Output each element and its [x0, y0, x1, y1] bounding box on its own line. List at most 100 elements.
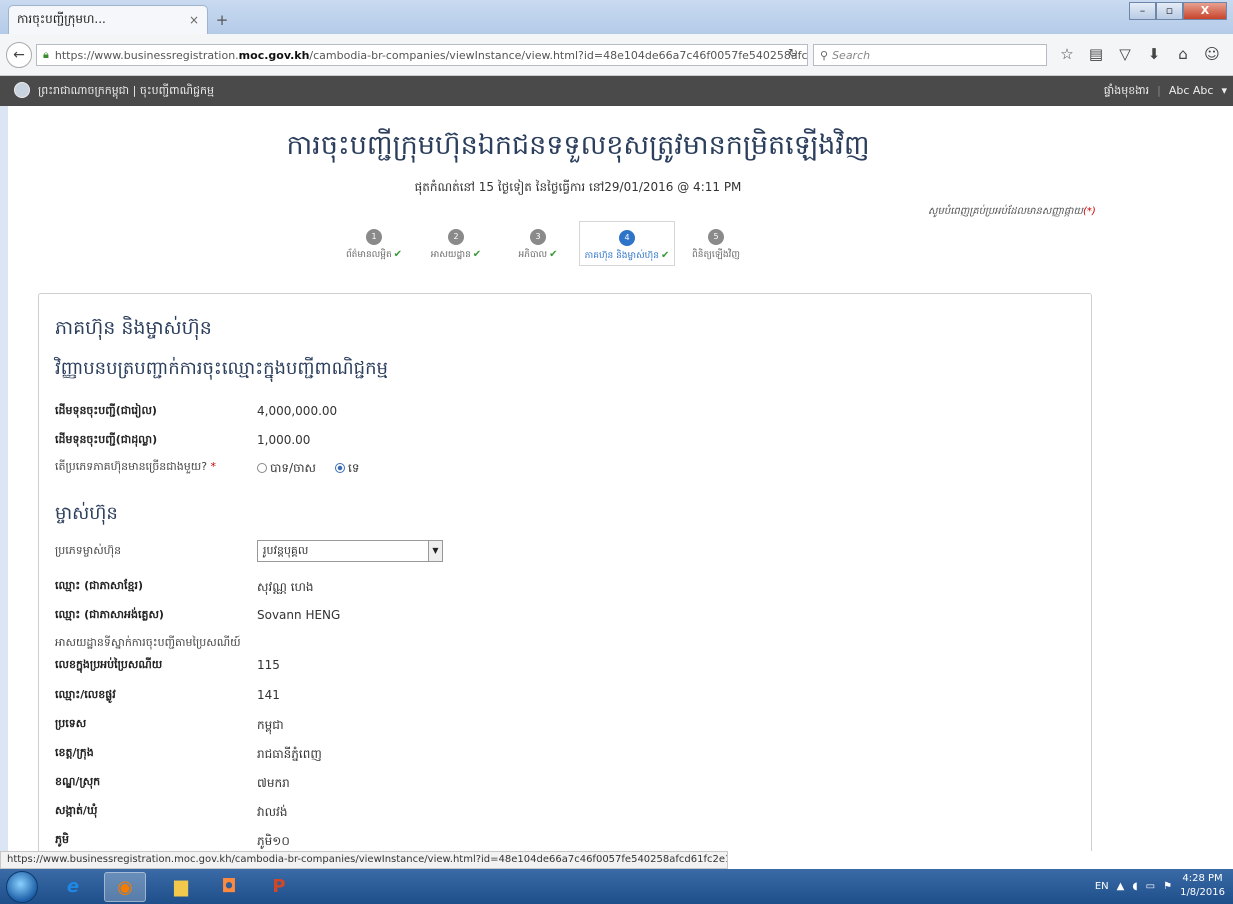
- search-icon: ⚲: [820, 48, 829, 62]
- reading-list-icon[interactable]: ▤: [1085, 45, 1107, 63]
- panel-heading: ភាគហ៊ុន និងម្ចាស់ហ៊ុន: [55, 317, 212, 339]
- close-tab-icon[interactable]: ×: [189, 13, 199, 27]
- step-label: អភិបាល: [518, 250, 548, 260]
- clock-date: 1/8/2016: [1180, 887, 1225, 898]
- radio-yes[interactable]: [257, 463, 267, 473]
- link-status-bar: https://www.businessregistration.moc.gov…: [0, 851, 728, 869]
- share-types-options: បាទ/ចាស ទេ: [257, 460, 359, 478]
- pobox-value: 115: [257, 658, 280, 672]
- village-label: ភូមិ: [55, 833, 69, 846]
- clock[interactable]: 4:28 PM 1/8/2016: [1180, 872, 1225, 900]
- browser-navbar: ← 🔒︎ https://www.businessregistration. mo…: [0, 34, 1233, 76]
- commune-label: សង្កាត់/ឃុំ: [55, 804, 98, 817]
- url-suffix: /cambodia-br-companies/viewInstance/view…: [309, 48, 808, 62]
- step-shares[interactable]: 4 ភាគហ៊ុន និងម្ចាស់ហ៊ុន ✔: [579, 221, 707, 266]
- reload-icon[interactable]: ↻: [788, 46, 798, 60]
- internet-explorer-icon[interactable]: e: [52, 872, 94, 902]
- owner-type-select[interactable]: រូបវន្តបុគ្គល ▼: [257, 540, 443, 562]
- page-title: ការចុះបញ្ជីក្រុមហ៊ុនឯកជនទទួលខុសត្រូវមានក…: [286, 130, 870, 161]
- windows-taskbar: e ◉ ▆ ◘ P EN ▲ ◖ ▭ ⚑ 4:28 PM 1/8/2016: [0, 869, 1233, 904]
- check-icon: ✔: [549, 249, 558, 260]
- powerpoint-icon[interactable]: P: [258, 872, 300, 902]
- check-icon: ✔: [660, 250, 670, 261]
- district-label: ខណ្ឌ/ស្រុក: [55, 775, 101, 788]
- tab-title: ការចុះបញ្ជីក្រុមហ...: [17, 12, 106, 26]
- share-types-label: តើប្រភេទភាគហ៊ុនមានច្រើនជាងមួយ? *: [55, 460, 216, 476]
- header-separator: |: [1157, 84, 1161, 97]
- site-header-bar: ព្រះរាជាណាចក្រកម្ពុជា | ចុះបញ្ជីពាណិជ្ជក…: [0, 76, 1233, 106]
- search-input[interactable]: ⚲ Search: [813, 44, 1047, 66]
- step-label: ភាគហ៊ុន និងម្ចាស់ហ៊ុន: [584, 251, 659, 261]
- new-tab-button[interactable]: +: [212, 10, 232, 30]
- bookmark-star-icon[interactable]: ☆: [1056, 45, 1078, 63]
- pocket-icon[interactable]: ▽: [1114, 45, 1136, 63]
- deadline-text: ផុតកំណត់នៅ 15 ថ្ងៃទៀត នៃថ្ងៃធ្វើការ នៅ29…: [414, 180, 742, 194]
- minimize-button[interactable]: –: [1129, 2, 1156, 20]
- tray-expand-icon[interactable]: ▲: [1117, 881, 1125, 892]
- street-value: 141: [257, 688, 280, 702]
- browser-titlebar: ការចុះបញ្ជីក្រុមហ... × + – ▫ X: [0, 0, 1233, 34]
- step-review[interactable]: 5 ពិនិត្យឡើងវិញ: [675, 221, 757, 266]
- country-label: ប្រទេស: [55, 717, 87, 730]
- file-explorer-icon[interactable]: ▆: [160, 872, 202, 902]
- browser-tab[interactable]: ការចុះបញ្ជីក្រុមហ... ×: [8, 5, 208, 34]
- chat-icon[interactable]: ☺: [1201, 45, 1223, 63]
- owner-type-label: ប្រភេទម្ចាស់ហ៊ុន: [55, 544, 122, 557]
- volume-icon[interactable]: ◖: [1132, 881, 1137, 892]
- step-label: អាសយដ្ឋាន: [430, 250, 471, 260]
- option-no-label[interactable]: ទេ: [348, 461, 359, 475]
- option-yes-label[interactable]: បាទ/ចាស: [270, 461, 316, 475]
- url-bar[interactable]: 🔒︎ https://www.businessregistration. moc.…: [36, 44, 808, 66]
- language-indicator[interactable]: EN: [1095, 881, 1109, 892]
- step-number: 2: [448, 229, 464, 245]
- search-placeholder: Search: [832, 48, 871, 62]
- shares-panel: ភាគហ៊ុន និងម្ចាស់ហ៊ុន វិញ្ញាបនបត្របញ្ជាក…: [38, 293, 1092, 851]
- step-number: 5: [708, 229, 724, 245]
- start-button[interactable]: [6, 871, 38, 903]
- country-value: កម្ពុជា: [257, 718, 284, 732]
- site-title[interactable]: ព្រះរាជាណាចក្រកម្ពុជា | ចុះបញ្ជីពាណិជ្ជក…: [38, 84, 214, 100]
- check-icon: ✔: [393, 249, 403, 260]
- owner-type-value: រូបវន្តបុគ្គល: [263, 544, 309, 557]
- url-domain: moc.gov.kh: [238, 48, 310, 62]
- check-icon: ✔: [472, 249, 482, 260]
- site-logo-icon[interactable]: [14, 82, 30, 98]
- dashboard-link[interactable]: ផ្ទាំងមុខងារ: [1104, 84, 1149, 100]
- download-icon[interactable]: ⬇: [1143, 45, 1165, 63]
- media-player-icon[interactable]: ◘: [208, 872, 250, 902]
- home-icon[interactable]: ⌂: [1172, 45, 1194, 63]
- province-value: រាជធានីភ្នំពេញ: [257, 747, 322, 761]
- name-en-value: Sovann HENG: [257, 608, 341, 622]
- wizard-steps: 1 ព័ត៌មានលម្អិត ✔ 2 អាសយដ្ឋាន ✔ 3 អភិបាល ✔ …: [333, 221, 757, 266]
- name-kh-label: ឈ្មោះ (ជាភាសាខ្មែរ): [55, 579, 144, 592]
- commune-value: វាលវង់: [257, 805, 288, 819]
- step-address[interactable]: 2 អាសយដ្ឋាន ✔: [415, 221, 530, 266]
- close-window-button[interactable]: X: [1183, 2, 1227, 20]
- step-directors[interactable]: 3 អភិបាល ✔: [497, 221, 612, 266]
- pobox-label: លេខក្នុងប្រអប់ប្រៃសណីយ: [55, 658, 163, 671]
- maximize-button[interactable]: ▫: [1156, 2, 1183, 20]
- district-value: ៧មករា: [257, 776, 290, 790]
- back-button[interactable]: ←: [6, 42, 32, 68]
- desktop-edge: [0, 106, 8, 851]
- url-prefix: https://www.businessregistration.: [54, 48, 239, 62]
- step-details[interactable]: 1 ព័ត៌មានលម្អិត ✔: [333, 221, 448, 266]
- chevron-down-icon[interactable]: ▼: [428, 541, 442, 561]
- page-content: ការចុះបញ្ជីក្រុមហ៊ុនឯកជនទទួលខុសត្រូវមានក…: [8, 106, 1233, 851]
- owner-heading: ម្ចាស់ហ៊ុន: [55, 503, 118, 524]
- user-menu-dropdown-icon[interactable]: ▾: [1221, 84, 1227, 100]
- action-center-flag-icon[interactable]: ⚑: [1163, 881, 1172, 892]
- address-note: អាសយដ្ឋានទីស្នាក់ការចុះបញ្ជីតាមប្រៃសណីយ៍: [55, 636, 241, 649]
- radio-no[interactable]: [335, 463, 346, 473]
- share-types-question: តើប្រភេទភាគហ៊ុនមានច្រើនជាងមួយ?: [55, 460, 208, 473]
- step-number: 4: [619, 230, 635, 246]
- window-controls: – ▫ X: [1129, 2, 1227, 20]
- name-kh-value: សុវណ្ណ ហេង: [257, 580, 314, 594]
- village-value: ភូមិ១០: [257, 834, 290, 848]
- user-menu[interactable]: Abc Abc: [1169, 84, 1214, 100]
- network-icon[interactable]: ▭: [1146, 881, 1155, 892]
- required-mark: *: [210, 460, 217, 473]
- firefox-icon[interactable]: ◉: [104, 872, 146, 902]
- clock-time: 4:28 PM: [1182, 873, 1223, 884]
- toolbar-icons: ☆ ▤ ▽ ⬇ ⌂ ☺ ≡: [1056, 45, 1233, 63]
